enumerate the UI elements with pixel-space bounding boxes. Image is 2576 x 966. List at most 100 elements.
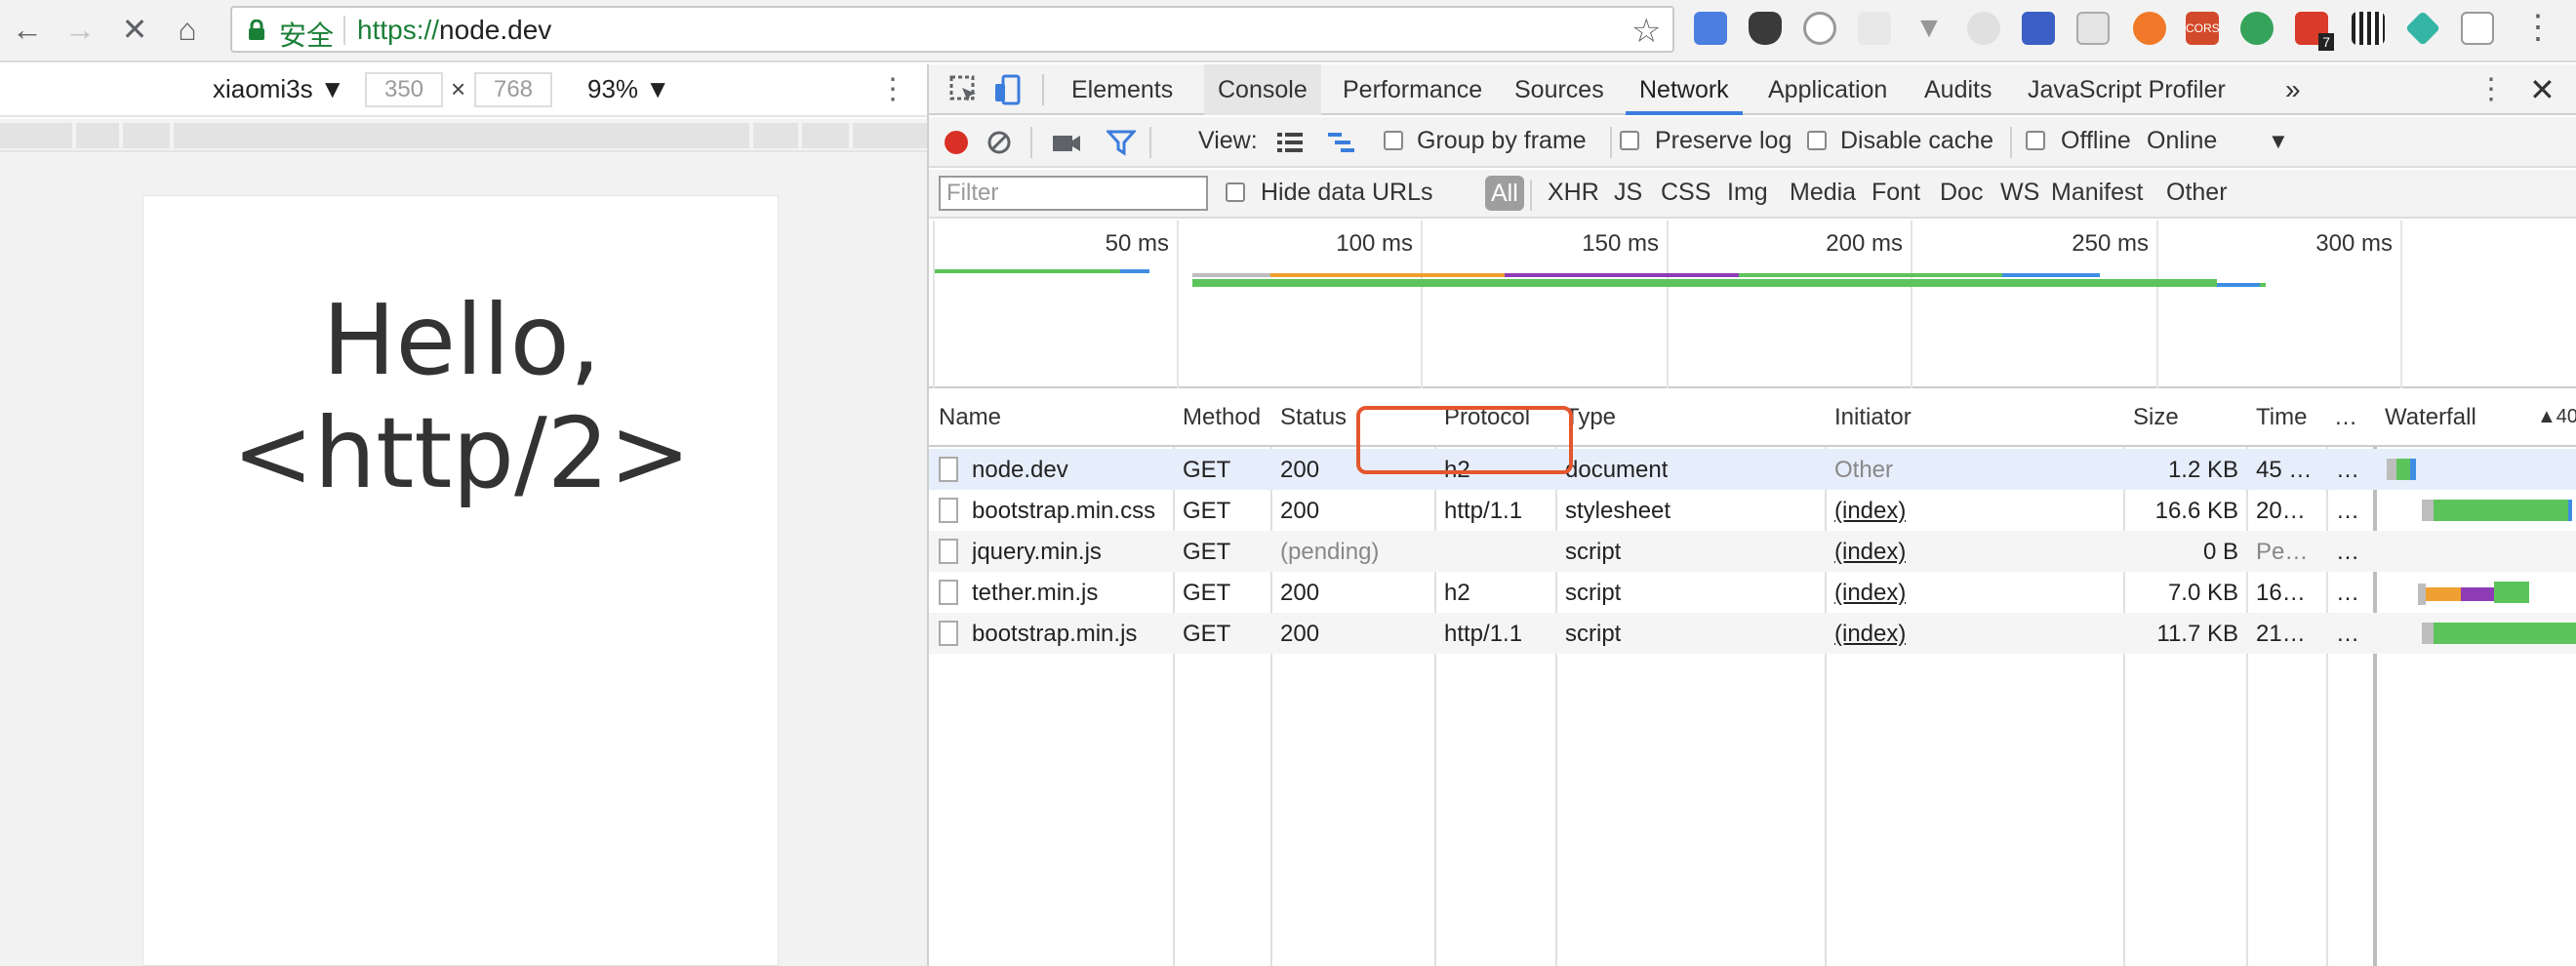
filter-type-font[interactable]: Font [1872, 179, 1920, 207]
file-icon [939, 457, 958, 482]
cors-extension-icon[interactable]: CORS [2186, 12, 2220, 45]
column-header-time[interactable]: Time [2256, 404, 2307, 431]
offline-checkbox[interactable] [2026, 131, 2045, 150]
zoom-select[interactable]: 93% ▼ [587, 74, 670, 104]
ruler-segment[interactable] [853, 123, 927, 148]
pocket-extension-icon[interactable] [1749, 12, 1782, 45]
request-name: bootstrap.min.js [972, 621, 1138, 647]
translate-extension-icon[interactable] [1694, 12, 1727, 45]
ruler-extension-icon[interactable] [2022, 12, 2055, 45]
filter-funnel-icon[interactable] [1107, 129, 1136, 156]
screenshot-camera-icon[interactable] [1052, 131, 1081, 154]
disable-cache-checkbox[interactable] [1807, 131, 1827, 150]
preserve-log-checkbox[interactable] [1620, 131, 1639, 150]
request-initiator-link[interactable]: (index) [1834, 498, 1906, 525]
device-width-input[interactable]: 350 [365, 72, 443, 107]
extension-icon[interactable] [2240, 12, 2274, 45]
group-by-frame-checkbox[interactable] [1384, 131, 1403, 150]
filter-type-media[interactable]: Media [1790, 179, 1856, 207]
stop-loading-icon[interactable]: ✕ [113, 8, 156, 51]
request-initiator-link[interactable]: (index) [1834, 539, 1906, 566]
device-height-input[interactable]: 768 [474, 72, 552, 107]
bookmark-star-icon[interactable]: ☆ [1631, 12, 1661, 51]
ruler-segment[interactable] [123, 123, 170, 148]
device-toolbar-toggle-icon[interactable] [991, 72, 1026, 107]
tab-javascript-profiler[interactable]: JavaScript Profiler [2014, 64, 2239, 115]
filter-type-xhr[interactable]: XHR [1548, 179, 1599, 207]
throttling-select[interactable]: Online [2147, 127, 2217, 155]
device-more-icon[interactable]: ⋮ [878, 72, 907, 106]
devtools-close-icon[interactable]: ✕ [2529, 64, 2556, 115]
tab-performance[interactable]: Performance [1329, 64, 1496, 115]
back-icon[interactable]: ← [6, 8, 49, 51]
filter-type-img[interactable]: Img [1727, 179, 1768, 207]
column-header-more[interactable]: … [2334, 404, 2357, 431]
extension-icon[interactable] [1967, 12, 2000, 45]
record-icon[interactable] [943, 129, 970, 156]
request-initiator-link[interactable]: (index) [1834, 580, 1906, 607]
request-row[interactable]: node.dev GET 200 h2 document Other 1.2 K… [929, 449, 2576, 490]
column-header-method[interactable]: Method [1183, 404, 1261, 431]
address-bar[interactable]: 安全 https://node.dev ☆ [230, 6, 1674, 53]
filter-type-ws[interactable]: WS [2000, 179, 2039, 207]
request-row[interactable]: tether.min.js GET 200 h2 script (index) … [929, 572, 2576, 613]
heading-line: <http/2> [231, 396, 692, 510]
vue-extension-icon[interactable]: ▼ [1912, 12, 1946, 45]
throttling-dropdown-icon[interactable]: ▼ [2268, 129, 2289, 154]
url-text[interactable]: https://node.dev [357, 15, 551, 46]
request-method: GET [1183, 457, 1231, 483]
request-row[interactable]: bootstrap.min.css GET 200 http/1.1 style… [929, 490, 2576, 531]
timeline-overview[interactable]: 50 ms 100 ms 150 ms 200 ms 250 ms 300 ms [929, 221, 2576, 388]
device-select[interactable]: xiaomi3s ▼ [213, 74, 345, 104]
network-toolbar: View: Group by frame Preserve log Disabl… [929, 117, 2576, 168]
waterfall-sort-label[interactable]: ▲40 [2537, 406, 2576, 428]
browser-menu-icon[interactable]: ⋮ [2521, 8, 2555, 47]
filter-type-manifest[interactable]: Manifest [2051, 179, 2143, 207]
extension-icon[interactable] [2404, 10, 2441, 47]
inspect-element-icon[interactable] [946, 72, 982, 107]
filter-type-js[interactable]: JS [1614, 179, 1642, 207]
home-icon[interactable]: ⌂ [166, 8, 209, 51]
column-header-waterfall[interactable]: Waterfall [2385, 404, 2476, 431]
column-header-status[interactable]: Status [1280, 404, 1347, 431]
forward-icon[interactable]: → [59, 8, 101, 51]
extension-icon[interactable] [2133, 12, 2166, 45]
ruler-segment[interactable] [76, 123, 119, 148]
todoist-extension-icon[interactable]: 7 [2295, 12, 2334, 51]
filter-type-all[interactable]: All [1485, 176, 1524, 211]
large-rows-icon[interactable] [1276, 131, 1304, 154]
tab-console[interactable]: Console [1204, 64, 1321, 115]
tab-application[interactable]: Application [1754, 64, 1901, 115]
request-size: 0 B [2202, 539, 2238, 565]
hide-data-urls-checkbox[interactable] [1226, 182, 1245, 202]
group-by-frame-label: Group by frame [1417, 127, 1587, 154]
more-tabs-button[interactable]: » [2285, 64, 2301, 115]
clear-icon[interactable] [986, 129, 1013, 156]
column-header-name[interactable]: Name [939, 404, 1001, 431]
qr-code-extension-icon[interactable] [2352, 12, 2385, 45]
tab-network[interactable]: Network [1626, 64, 1743, 115]
request-row[interactable]: jquery.min.js GET (pending) script (inde… [929, 531, 2576, 572]
ruler-segment[interactable] [753, 123, 798, 148]
request-status: 200 [1280, 498, 1320, 524]
ruler-segment[interactable] [174, 123, 749, 148]
request-initiator-link[interactable]: (index) [1834, 621, 1906, 648]
filter-input[interactable]: Filter [939, 176, 1208, 211]
request-row[interactable]: bootstrap.min.js GET 200 http/1.1 script… [929, 613, 2576, 654]
column-header-initiator[interactable]: Initiator [1834, 404, 1912, 431]
extension-icon[interactable] [2076, 12, 2110, 45]
tab-sources[interactable]: Sources [1501, 64, 1618, 115]
search-extension-icon[interactable] [1803, 12, 1836, 45]
tab-audits[interactable]: Audits [1911, 64, 2005, 115]
filter-type-other[interactable]: Other [2166, 179, 2228, 207]
column-header-size[interactable]: Size [2133, 404, 2179, 431]
ruler-segment[interactable] [0, 123, 72, 148]
ruler-segment[interactable] [802, 123, 849, 148]
filter-type-doc[interactable]: Doc [1940, 179, 1983, 207]
filter-type-css[interactable]: CSS [1661, 179, 1711, 207]
extension-icon[interactable] [2461, 12, 2494, 45]
tab-elements[interactable]: Elements [1058, 64, 1187, 115]
extension-icon[interactable] [1858, 12, 1891, 45]
waterfall-overview-icon[interactable] [1327, 131, 1356, 154]
devtools-menu-icon[interactable]: ⋮ [2476, 64, 2506, 115]
